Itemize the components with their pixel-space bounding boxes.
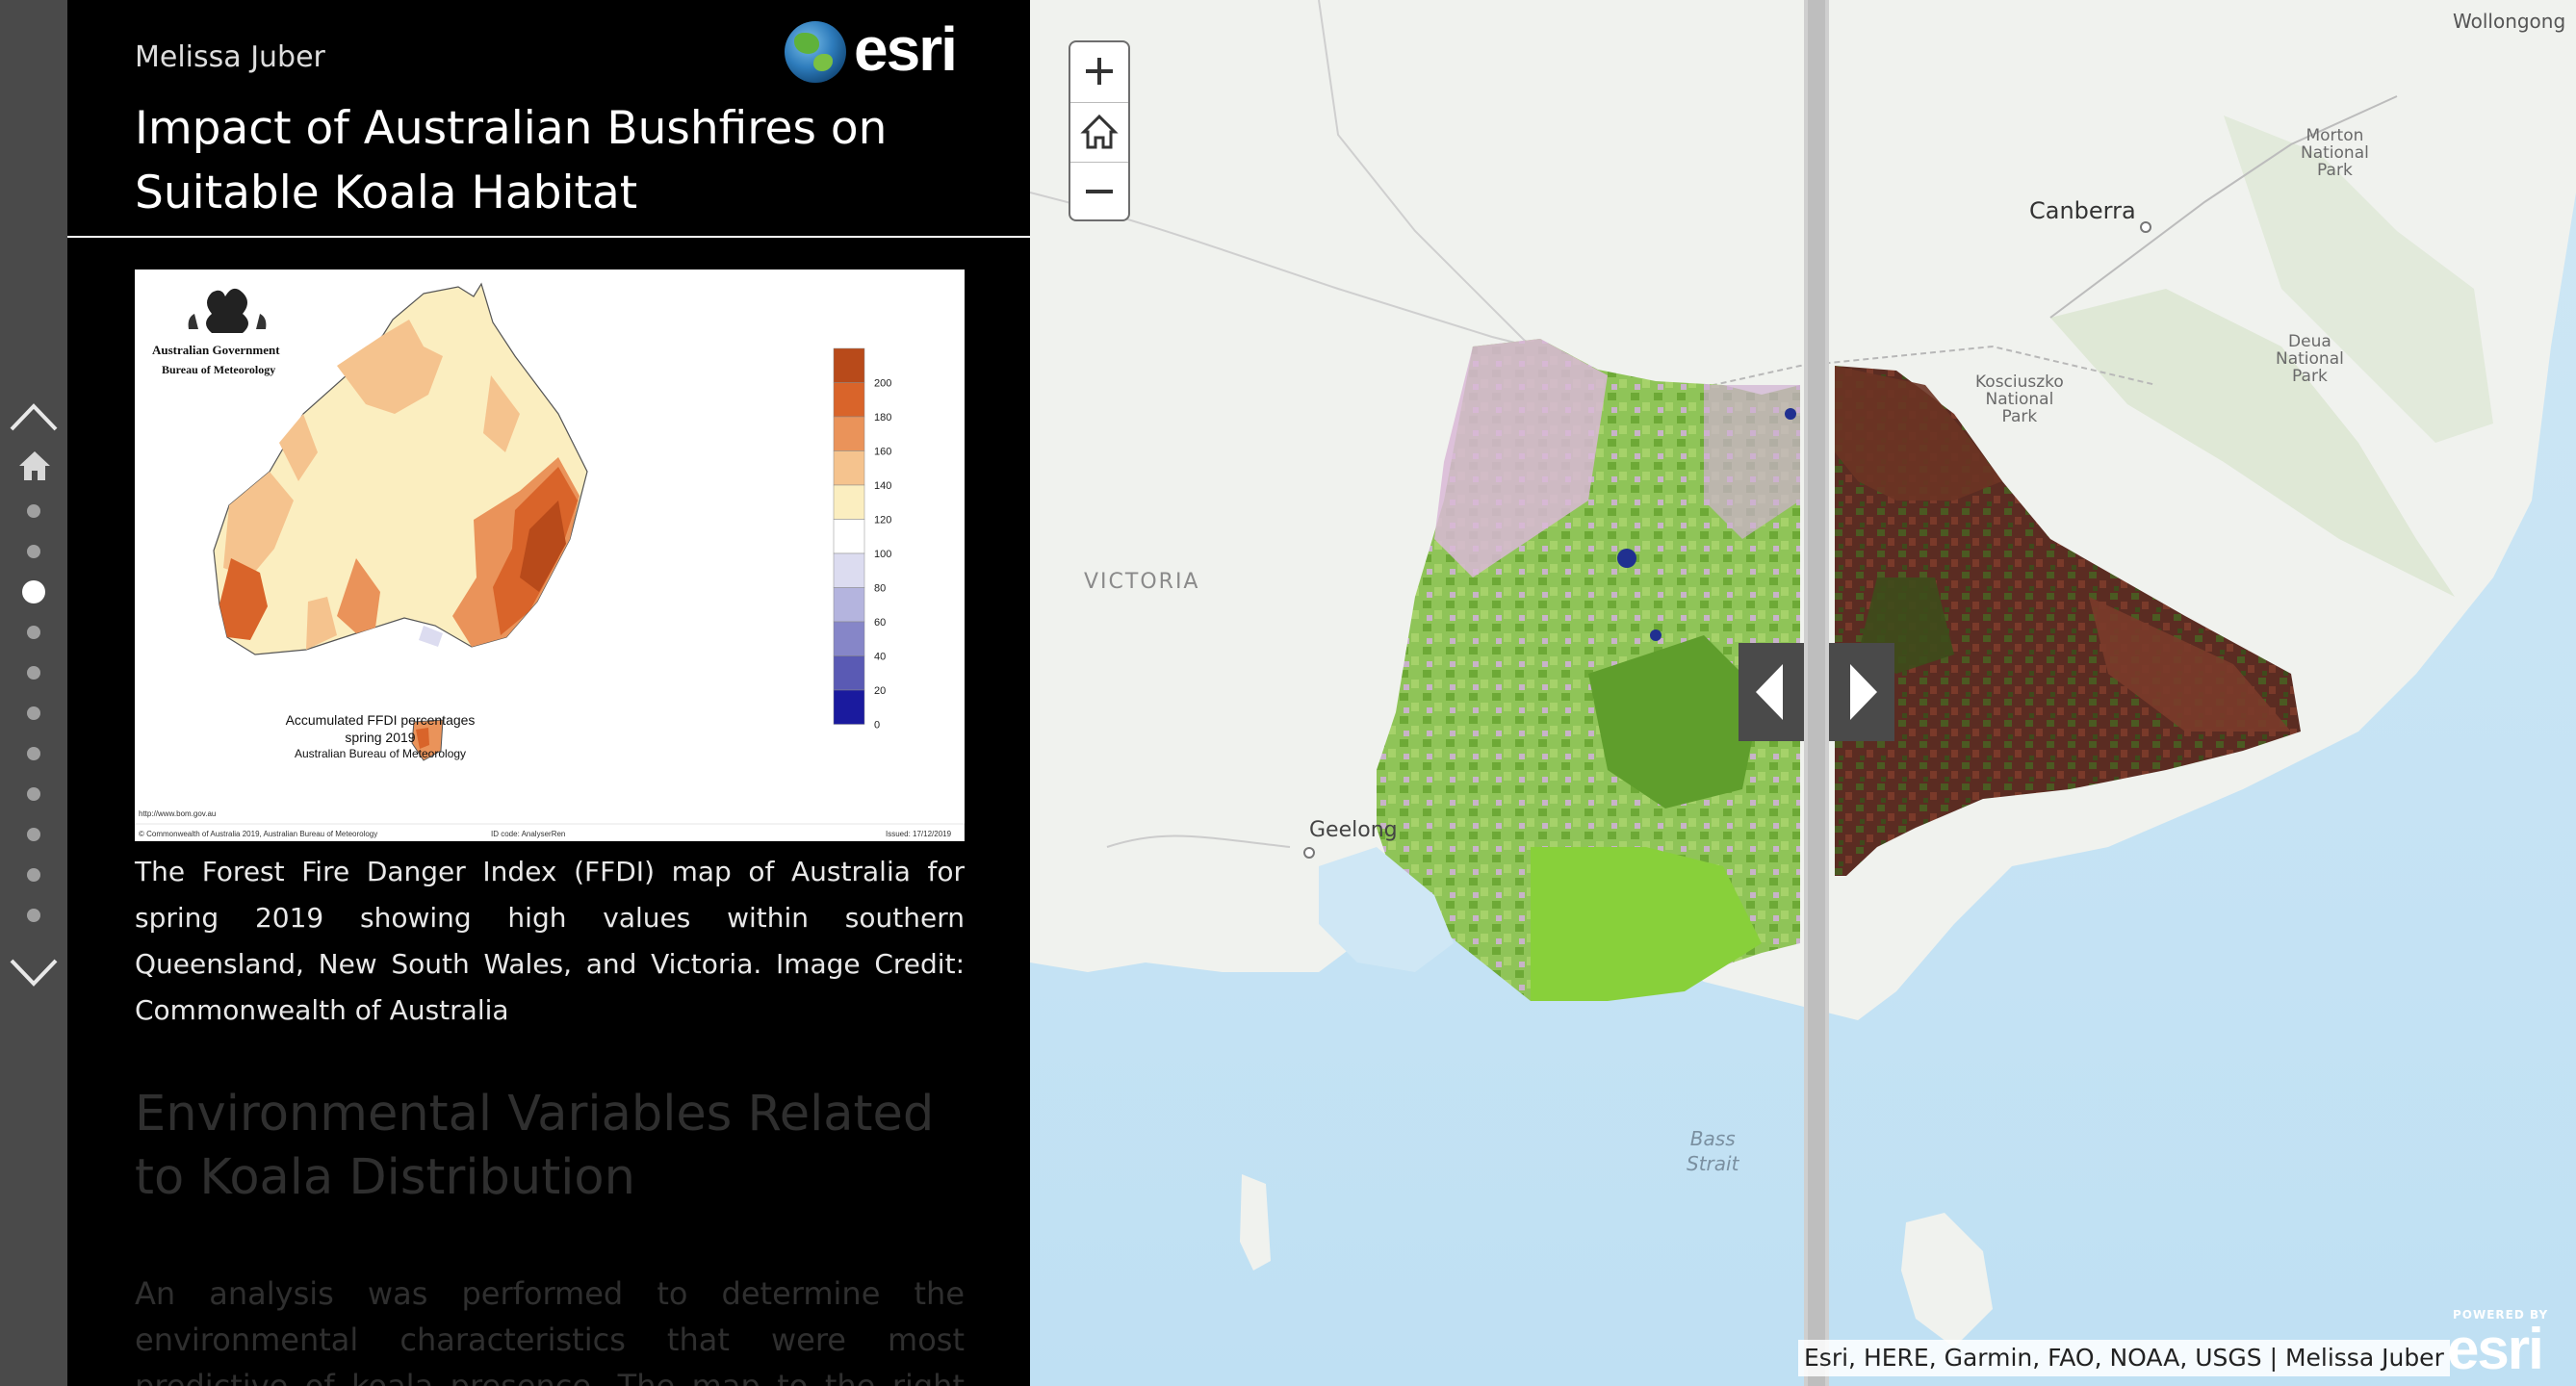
geelong-point-icon: [1303, 847, 1315, 859]
figure-footer-id: ID code: AnalyserRen: [491, 830, 565, 838]
legend-label-6: 80: [874, 583, 886, 595]
nav-down-arrow-icon[interactable]: [8, 953, 60, 991]
home-icon: [1080, 114, 1119, 149]
gov-line2: Bureau of Meteorology: [162, 363, 275, 376]
legend-label-2: 160: [874, 447, 891, 458]
zoom-out-button[interactable]: [1070, 162, 1128, 219]
figure-footer-copyright: © Commonwealth of Australia 2019, Austra…: [139, 830, 377, 838]
nav-dot-9[interactable]: [27, 828, 40, 841]
ffdi-caption: The Forest Fire Danger Index (FFDI) map …: [135, 856, 965, 1026]
minus-icon: [1086, 190, 1113, 193]
map-attribution[interactable]: Esri, HERE, Garmin, FAO, NOAA, USGS | Me…: [1798, 1340, 2450, 1376]
figure-footer-issued: Issued: 17/12/2019: [886, 830, 952, 838]
home-extent-button[interactable]: [1070, 102, 1128, 160]
ffdi-map-figure[interactable]: Australian Government Bureau of Meteorol…: [135, 270, 965, 841]
legend-label-7: 60: [874, 617, 886, 629]
legend-swatch-7: [833, 587, 865, 623]
nav-dot-2[interactable]: [27, 545, 40, 558]
legend-swatch-4: [833, 484, 865, 520]
legend-label-4: 120: [874, 515, 891, 526]
story-title: Impact of Australian Bushfires on Suitab…: [135, 102, 888, 219]
gov-line1: Australian Government: [152, 343, 280, 357]
legend-label-8: 40: [874, 652, 886, 663]
next-section-heading: Environmental Variables Related to Koala…: [135, 1086, 935, 1206]
nav-dot-4[interactable]: [27, 626, 40, 639]
ffdi-map-subtitle: spring 2019: [345, 730, 415, 745]
esri-globe-icon: [785, 21, 846, 83]
legend-swatch-2: [833, 416, 865, 451]
label-morton-np: Morton National Park: [2301, 126, 2369, 180]
nav-dot-11[interactable]: [27, 909, 40, 922]
story-panel: Melissa Juber esri Impact of Australian …: [67, 0, 1030, 1386]
legend-label-1: 180: [874, 412, 891, 424]
legend-label-0: 200: [874, 378, 891, 390]
legend-label-10: 0: [874, 720, 880, 732]
ffdi-map-graphic: Australian Government Bureau of Meteorol…: [135, 270, 965, 841]
nav-dot-1[interactable]: [27, 504, 40, 518]
legend-swatch-9: [833, 655, 865, 691]
legend-label-3: 140: [874, 480, 891, 492]
swipe-left-arrow-icon: [1756, 664, 1783, 720]
esri-wordmark: esri: [854, 14, 958, 84]
figure-footer-url: http://www.bom.gov.au: [139, 809, 216, 818]
legend-swatch-6: [833, 552, 865, 588]
zoom-controls: [1069, 40, 1130, 221]
legend-swatch-1: [833, 382, 865, 418]
nav-dot-5[interactable]: [27, 666, 40, 680]
swipe-left-button[interactable]: [1739, 643, 1804, 741]
label-kosciuszko-np: Kosciuszko National Park: [1975, 372, 2064, 426]
label-geelong: Geelong: [1309, 818, 1398, 842]
esri-logo[interactable]: esri: [785, 14, 977, 90]
legend-swatch-5: [833, 519, 865, 554]
author-name: Melissa Juber: [135, 40, 325, 74]
ffdi-map-source: Australian Bureau of Meteorology: [295, 747, 466, 760]
swipe-right-arrow-icon: [1850, 664, 1877, 720]
nav-up-arrow-icon[interactable]: [8, 397, 60, 435]
label-canberra: Canberra: [2029, 197, 2136, 224]
canberra-point-icon: [2140, 221, 2151, 233]
ffdi-map-title: Accumulated FFDI percentages: [286, 712, 476, 728]
label-bass-strait: Bass Strait: [1687, 1127, 1739, 1175]
powered-by-esri-logo[interactable]: POWERED BY esri: [2445, 1304, 2568, 1381]
label-victoria: VICTORIA: [1084, 570, 1200, 594]
legend-label-9: 20: [874, 685, 886, 697]
swipe-map[interactable]: VICTORIA Geelong Canberra Wollongong Mor…: [1030, 0, 2576, 1386]
legend-swatch-3: [833, 450, 865, 486]
legend-label-5: 100: [874, 549, 891, 560]
nav-dot-7[interactable]: [27, 747, 40, 760]
nav-home-icon[interactable]: [17, 449, 52, 483]
story-nav-rail: [0, 0, 67, 1386]
nav-dot-10[interactable]: [27, 868, 40, 882]
label-deua-np: Deua National Park: [2276, 332, 2344, 386]
nav-dot-3[interactable]: [22, 580, 45, 603]
nav-dot-6[interactable]: [27, 706, 40, 720]
nav-dot-8[interactable]: [27, 787, 40, 801]
title-divider: [67, 236, 1030, 238]
powered-by-wordmark: esri: [2447, 1317, 2544, 1381]
legend-swatch-8: [833, 621, 865, 656]
swipe-right-button[interactable]: [1829, 643, 1894, 741]
next-section-body: An analysis was performed to determine t…: [135, 1275, 965, 1386]
label-wollongong: Wollongong: [2453, 10, 2566, 33]
legend-swatch-10: [833, 689, 865, 725]
zoom-in-button[interactable]: [1070, 42, 1128, 100]
plus-icon: [1086, 58, 1113, 85]
legend-swatch-0: [833, 347, 865, 383]
